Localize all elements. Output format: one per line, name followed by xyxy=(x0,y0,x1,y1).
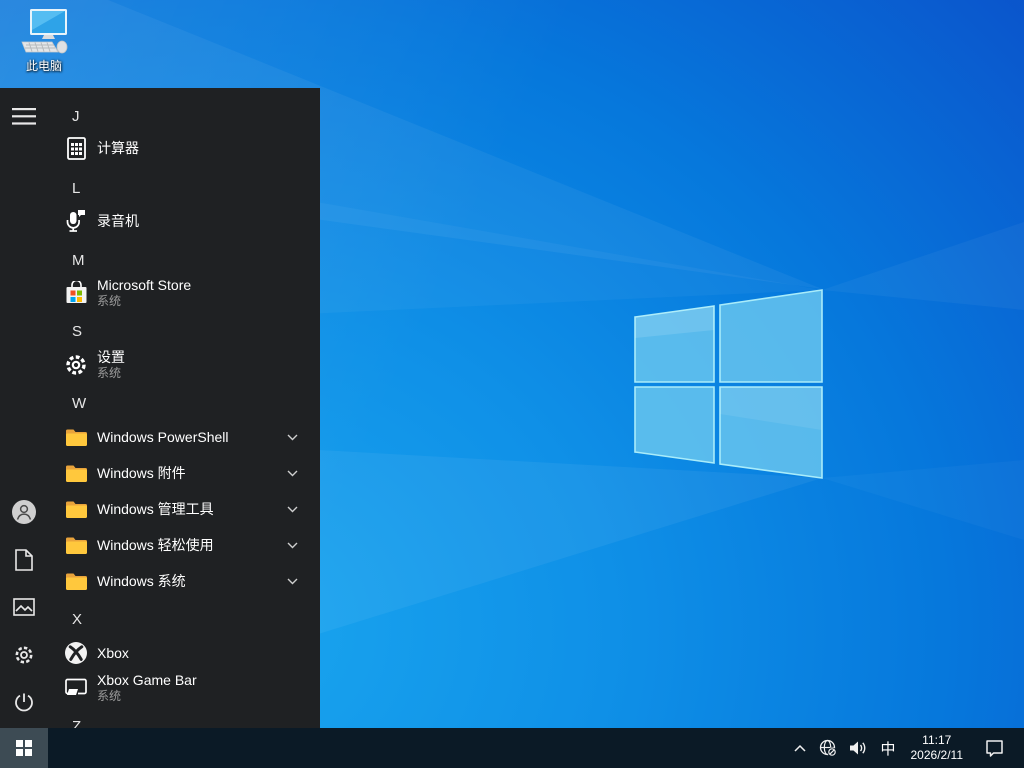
start-menu: J 计算器 L 录音机 M Microsoft Store 系统 S 设置 系统… xyxy=(0,88,320,728)
taskbar: 中 11:17 2026/2/11 xyxy=(0,728,1024,768)
document-icon xyxy=(15,549,33,571)
app-voice-recorder[interactable]: 录音机 xyxy=(48,203,320,239)
xbox-icon xyxy=(64,641,88,665)
start-button[interactable] xyxy=(0,728,48,768)
globe-no-internet-icon xyxy=(820,739,838,757)
action-center-button[interactable] xyxy=(979,728,1010,768)
voice-recorder-icon xyxy=(64,209,88,233)
power-button[interactable] xyxy=(0,679,48,727)
clock-date: 2026/2/11 xyxy=(910,748,964,762)
system-tray: 中 11:17 2026/2/11 xyxy=(787,728,1024,768)
ime-indicator[interactable]: 中 xyxy=(873,728,902,768)
folder-windows-admin-tools[interactable]: Windows 管理工具 xyxy=(48,491,320,527)
power-icon xyxy=(15,693,33,712)
start-menu-rail xyxy=(0,88,48,728)
section-letter-l[interactable]: L xyxy=(48,172,320,204)
hamburger-icon xyxy=(12,107,36,125)
section-letter-x[interactable]: X xyxy=(48,603,320,635)
folder-icon xyxy=(64,425,88,449)
section-letter-z[interactable]: Z xyxy=(48,710,320,729)
windows-logo-icon xyxy=(16,740,32,756)
app-xbox-game-bar[interactable]: Xbox Game Bar 系统 xyxy=(48,666,320,710)
chevron-down-icon xyxy=(287,470,298,477)
section-letter-w[interactable]: W xyxy=(48,387,320,419)
app-microsoft-store[interactable]: Microsoft Store 系统 xyxy=(48,271,320,315)
settings-rail-button[interactable] xyxy=(0,631,48,679)
notification-icon xyxy=(986,740,1003,757)
folder-windows-system[interactable]: Windows 系统 xyxy=(48,563,320,599)
computer-icon xyxy=(21,9,68,54)
speaker-icon xyxy=(850,741,866,755)
app-calculator[interactable]: 计算器 xyxy=(48,130,320,166)
section-letter-j[interactable]: J xyxy=(48,100,320,132)
network-status-button[interactable] xyxy=(813,728,843,768)
chevron-up-icon xyxy=(794,744,807,752)
folder-windows-accessories[interactable]: Windows 附件 xyxy=(48,455,320,491)
folder-icon xyxy=(64,533,88,557)
store-icon xyxy=(64,281,88,305)
chevron-down-icon xyxy=(287,542,298,549)
gear-icon xyxy=(15,646,33,664)
chevron-down-icon xyxy=(287,578,298,585)
pictures-button[interactable] xyxy=(0,583,48,631)
gamebar-icon xyxy=(64,676,88,700)
hamburger-menu-button[interactable] xyxy=(0,92,48,140)
pictures-icon xyxy=(13,598,35,616)
settings-gear-icon xyxy=(64,353,88,377)
desktop-icon-label: 此电脑 xyxy=(25,59,62,73)
start-menu-app-list: J 计算器 L 录音机 M Microsoft Store 系统 S 设置 系统… xyxy=(48,88,320,728)
user-account-button[interactable] xyxy=(0,488,48,536)
desktop-icon-this-pc[interactable]: 此电脑 xyxy=(6,6,82,80)
folder-windows-ease-of-access[interactable]: Windows 轻松使用 xyxy=(48,527,320,563)
folder-windows-powershell[interactable]: Windows PowerShell xyxy=(48,419,320,455)
folder-icon xyxy=(64,461,88,485)
calculator-icon xyxy=(64,136,88,160)
clock-time: 11:17 xyxy=(922,733,952,747)
folder-icon xyxy=(64,569,88,593)
volume-button[interactable] xyxy=(843,728,873,768)
user-icon xyxy=(12,500,36,524)
app-settings[interactable]: 设置 系统 xyxy=(48,343,320,387)
documents-button[interactable] xyxy=(0,536,48,584)
chevron-down-icon xyxy=(287,506,298,513)
chevron-down-icon xyxy=(287,434,298,441)
hidden-icons-button[interactable] xyxy=(787,728,813,768)
folder-icon xyxy=(64,497,88,521)
clock[interactable]: 11:17 2026/2/11 xyxy=(903,733,972,763)
